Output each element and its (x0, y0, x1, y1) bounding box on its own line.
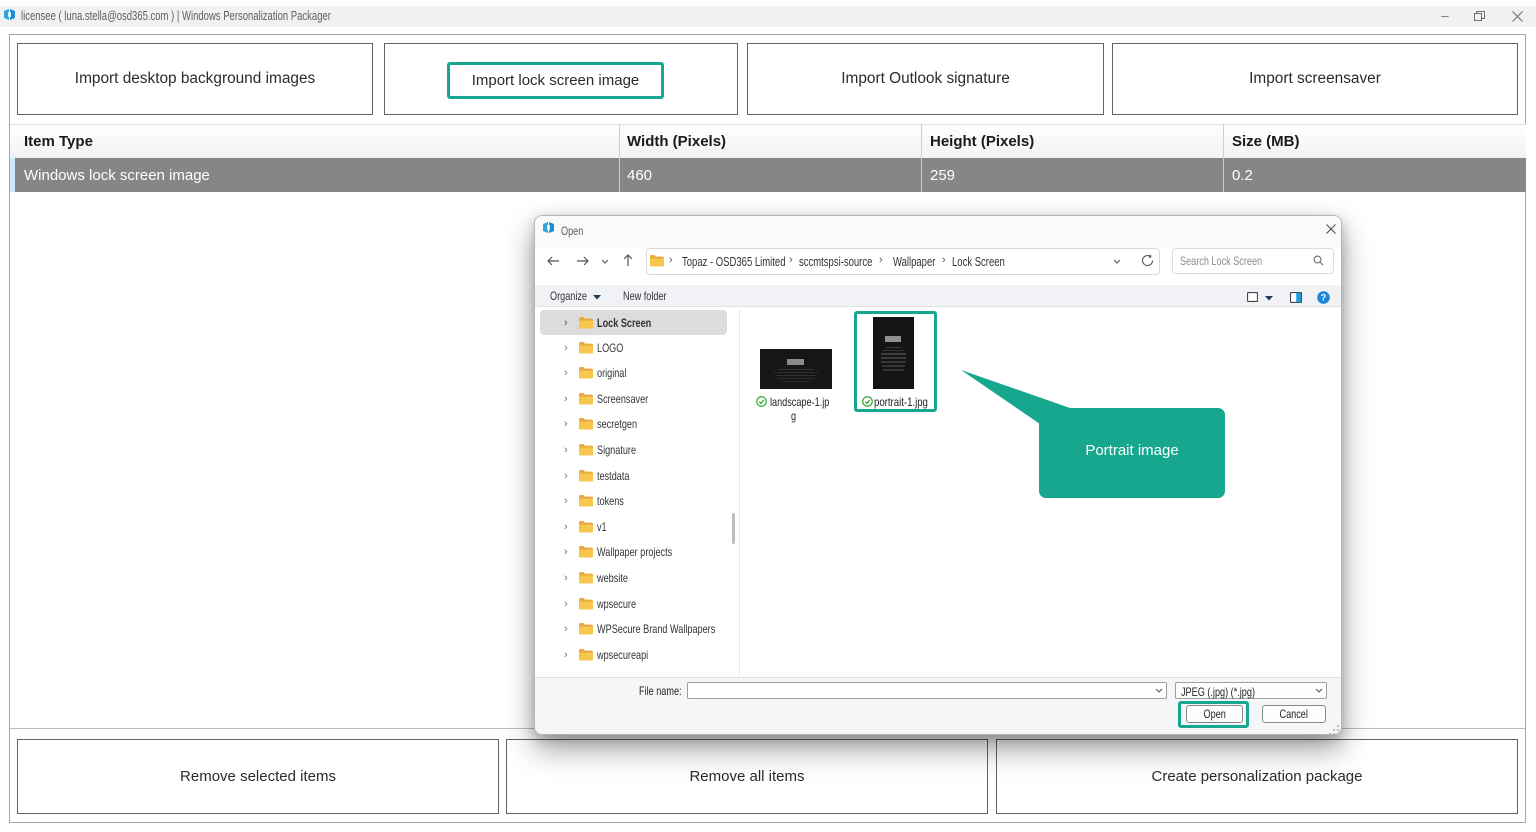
svg-text:?: ? (1321, 293, 1327, 303)
